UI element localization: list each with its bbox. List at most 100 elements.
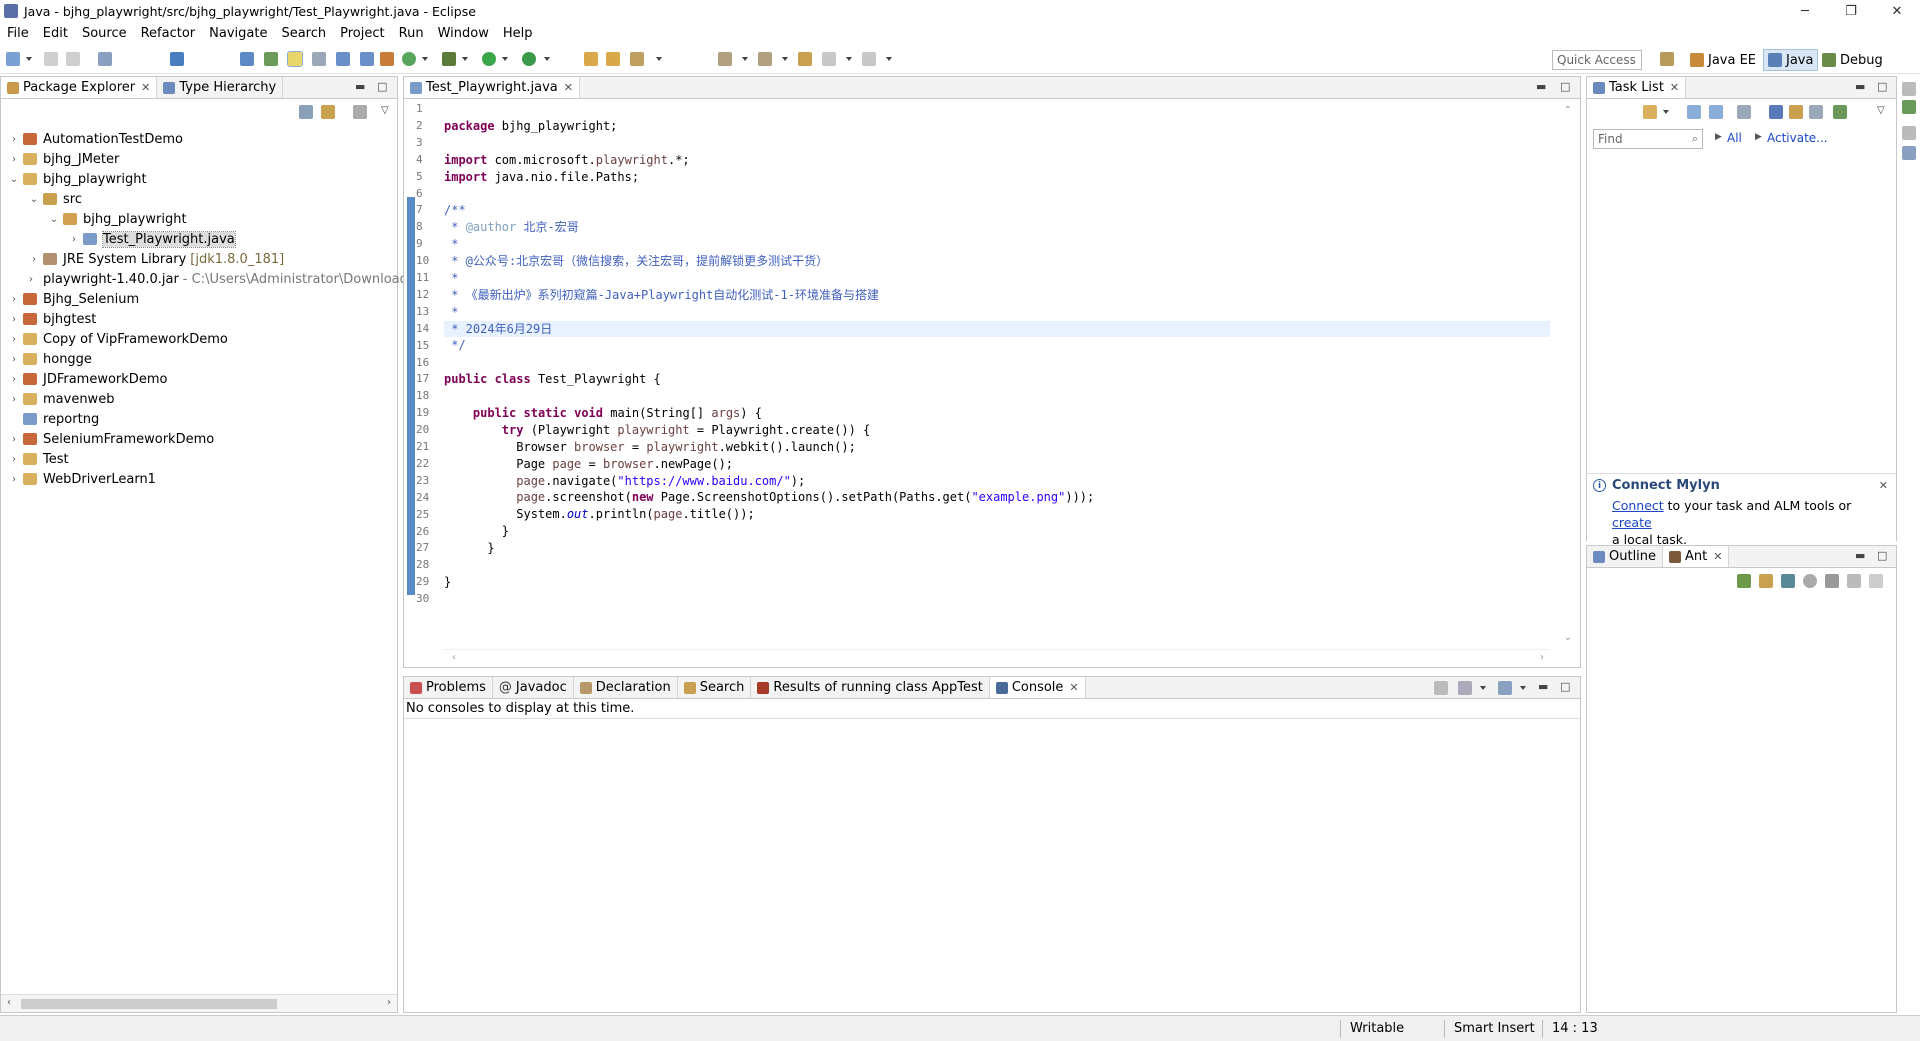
code-line[interactable]: */ bbox=[444, 337, 1550, 354]
focus-workweek-icon[interactable] bbox=[1737, 105, 1751, 119]
code-line[interactable]: import com.microsoft.playwright.*; bbox=[444, 152, 1550, 169]
expand-icon[interactable]: › bbox=[9, 474, 19, 485]
collapse-all-icon[interactable] bbox=[299, 105, 313, 119]
categorized-icon[interactable] bbox=[1687, 105, 1701, 119]
close-icon[interactable]: ✕ bbox=[1713, 550, 1722, 563]
all-link[interactable]: All bbox=[1727, 131, 1742, 145]
open-task-icon[interactable] bbox=[606, 52, 620, 66]
code-line[interactable]: } bbox=[444, 540, 1550, 557]
expand-icon[interactable]: › bbox=[29, 254, 39, 265]
tab-type-hierarchy[interactable]: Type Hierarchy bbox=[157, 77, 284, 98]
tab-search[interactable]: Search bbox=[678, 677, 752, 698]
open-type-icon[interactable] bbox=[584, 52, 598, 66]
open-perspective-icon[interactable] bbox=[1660, 52, 1674, 66]
pin-console-icon[interactable] bbox=[1434, 681, 1448, 695]
create-link[interactable]: create bbox=[1612, 515, 1652, 530]
expand-icon[interactable]: › bbox=[9, 334, 19, 345]
code-line[interactable]: import java.nio.file.Paths; bbox=[444, 169, 1550, 186]
scroll-right-icon[interactable]: › bbox=[1540, 652, 1544, 663]
editor-horizontal-scrollbar[interactable]: ‹ › bbox=[444, 649, 1550, 667]
code-line[interactable]: try (Playwright playwright = Playwright.… bbox=[444, 422, 1550, 439]
maximize-pane-icon[interactable]: □ bbox=[1560, 80, 1570, 93]
task-view-icon[interactable] bbox=[1902, 146, 1916, 160]
close-icon[interactable]: ✕ bbox=[1879, 479, 1888, 492]
tree-item[interactable]: › bjhgtest bbox=[1, 309, 397, 329]
run-target-icon[interactable] bbox=[1803, 574, 1817, 588]
expand-icon[interactable]: › bbox=[9, 434, 19, 445]
restore-icon[interactable] bbox=[1902, 126, 1916, 140]
quick-access-input[interactable]: Quick Access bbox=[1552, 50, 1642, 70]
code-line[interactable]: * @公众号:北京宏哥（微信搜索，关注宏哥，提前解锁更多测试干货） bbox=[444, 253, 1550, 270]
tree-item[interactable]: › bjhg_JMeter bbox=[1, 149, 397, 169]
tab-ant[interactable]: Ant ✕ bbox=[1663, 546, 1730, 567]
expand-icon[interactable]: › bbox=[9, 154, 19, 165]
show-whitespace-icon[interactable] bbox=[336, 52, 350, 66]
code-line[interactable]: } bbox=[444, 574, 1550, 591]
add-buildfile-icon[interactable] bbox=[1737, 574, 1751, 588]
tree-item[interactable]: › JRE System Library [jdk1.8.0_181] bbox=[1, 249, 397, 269]
forward-dropdown-icon[interactable] bbox=[886, 57, 892, 61]
maximize-pane-icon[interactable]: □ bbox=[1560, 680, 1570, 693]
menu-window[interactable]: Window bbox=[431, 26, 496, 41]
scheduled-icon[interactable] bbox=[1709, 105, 1723, 119]
maximize-pane-icon[interactable]: □ bbox=[1877, 549, 1887, 562]
scroll-left-icon[interactable]: ‹ bbox=[452, 652, 456, 663]
tree-item[interactable]: ⌄ src bbox=[1, 189, 397, 209]
debug-icon[interactable] bbox=[442, 52, 456, 66]
print-icon[interactable] bbox=[98, 52, 112, 66]
menu-file[interactable]: File bbox=[0, 26, 36, 41]
collapse-icon[interactable]: ⌄ bbox=[29, 194, 39, 205]
perspective-debug[interactable]: Debug bbox=[1818, 49, 1887, 71]
menu-navigate[interactable]: Navigate bbox=[202, 26, 274, 41]
focus-icon[interactable] bbox=[353, 105, 367, 119]
next-annotation-icon[interactable] bbox=[264, 52, 278, 66]
back-dropdown-icon[interactable] bbox=[846, 57, 852, 61]
view-menu-icon[interactable]: ▽ bbox=[381, 105, 389, 116]
server-dropdown-icon[interactable] bbox=[422, 57, 428, 61]
tree-item[interactable]: › Copy of VipFrameworkDemo bbox=[1, 329, 397, 349]
tab-console[interactable]: Console ✕ bbox=[989, 677, 1086, 698]
external-tools-dropdown-icon[interactable] bbox=[544, 57, 550, 61]
perspective-java-ee[interactable]: Java EE bbox=[1686, 49, 1760, 71]
tab-javadoc[interactable]: @ Javadoc bbox=[493, 677, 574, 698]
tree-item[interactable]: › Test bbox=[1, 449, 397, 469]
search-buildfile-icon[interactable] bbox=[1759, 574, 1773, 588]
highlight-icon[interactable] bbox=[287, 51, 303, 67]
run-icon[interactable] bbox=[482, 52, 496, 66]
tree-item[interactable]: › WebDriverLearn1 bbox=[1, 469, 397, 489]
new-dropdown-icon[interactable] bbox=[26, 57, 32, 61]
scrollbar-thumb[interactable] bbox=[21, 999, 277, 1009]
code-line[interactable] bbox=[444, 135, 1550, 152]
scroll-left-icon[interactable]: ‹ bbox=[7, 997, 11, 1008]
link-icon[interactable] bbox=[1833, 105, 1847, 119]
open-console-dropdown-icon[interactable] bbox=[1520, 686, 1526, 690]
tree-item[interactable]: › playwright-1.40.0.jar - C:\Users\Adminis… bbox=[1, 269, 415, 289]
run-dropdown-icon[interactable] bbox=[502, 57, 508, 61]
code-line[interactable] bbox=[444, 557, 1550, 574]
code-line[interactable] bbox=[444, 591, 1550, 608]
view-menu-icon[interactable]: ▽ bbox=[1877, 105, 1885, 116]
new-icon[interactable] bbox=[6, 52, 20, 66]
tree-item[interactable]: › Bjhg_Selenium bbox=[1, 289, 397, 309]
expand-icon[interactable]: › bbox=[9, 454, 19, 465]
external-tools-icon[interactable] bbox=[522, 52, 536, 66]
code-line[interactable]: } bbox=[444, 523, 1550, 540]
expand-icon[interactable]: › bbox=[9, 394, 19, 405]
remove-all-icon[interactable] bbox=[1847, 574, 1861, 588]
search-icon[interactable] bbox=[630, 52, 644, 66]
code-line[interactable]: System.out.println(page.title()); bbox=[444, 506, 1550, 523]
close-icon[interactable]: ✕ bbox=[1670, 81, 1679, 94]
expand-icon[interactable]: › bbox=[9, 314, 19, 325]
task-find-input[interactable]: Find ⌕ bbox=[1593, 129, 1703, 149]
perspective-java[interactable]: Java bbox=[1763, 49, 1819, 71]
paragraph-icon[interactable] bbox=[360, 52, 374, 66]
minimize-button[interactable]: ─ bbox=[1782, 0, 1828, 22]
code-line[interactable]: public class Test_Playwright { bbox=[444, 371, 1550, 388]
code-line[interactable]: page.navigate("https://www.baidu.com/"); bbox=[444, 473, 1550, 490]
code-line[interactable] bbox=[444, 354, 1550, 371]
hide-internal-targets-icon[interactable] bbox=[1781, 574, 1795, 588]
code-line[interactable] bbox=[444, 388, 1550, 405]
menu-refactor[interactable]: Refactor bbox=[134, 26, 203, 41]
toggle-mark-icon[interactable] bbox=[240, 52, 254, 66]
prev-edit-icon[interactable] bbox=[758, 52, 772, 66]
